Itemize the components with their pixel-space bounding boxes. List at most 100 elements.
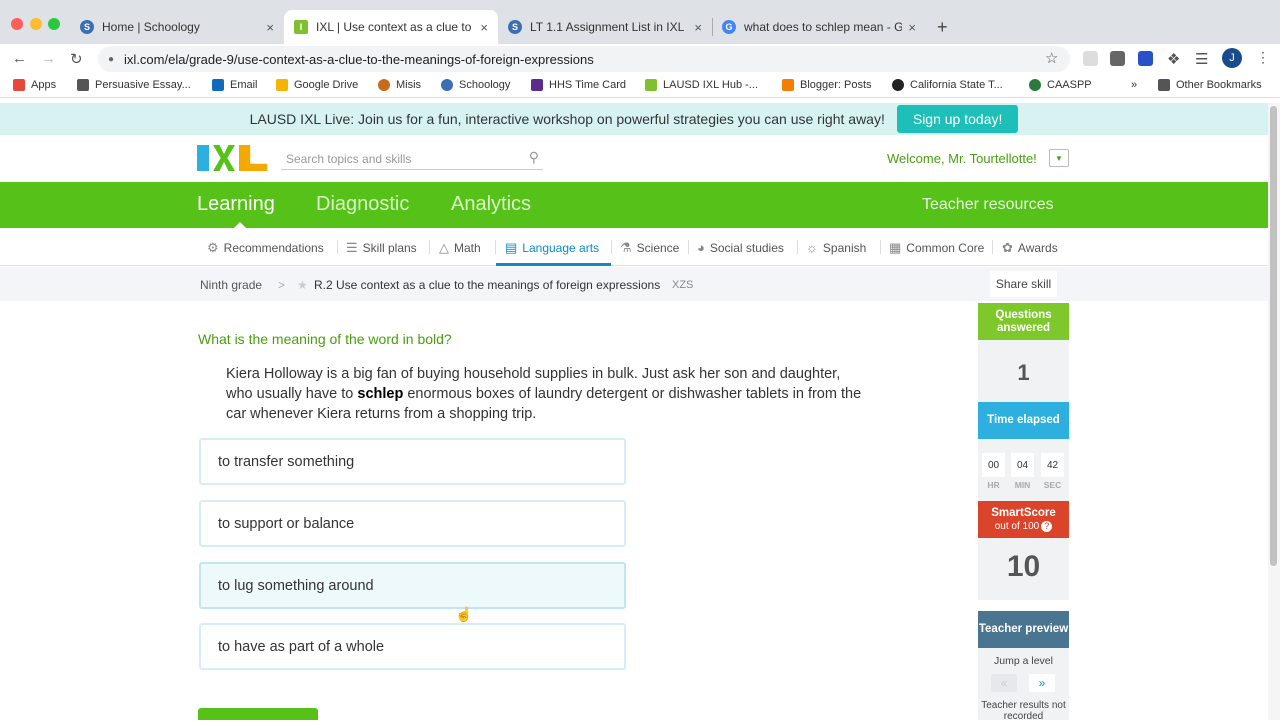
active-subnav-underline (496, 263, 611, 266)
bookmark-schoology[interactable]: Schoology (441, 79, 510, 91)
smartscore-value: 10 (1006, 550, 1041, 583)
bookmark-apps[interactable]: Apps (13, 79, 56, 91)
subnav-divider (337, 240, 338, 254)
nav-diagnostic[interactable]: Diagnostic (316, 193, 409, 216)
scrollbar-thumb[interactable] (1270, 106, 1277, 566)
breadcrumb-grade[interactable]: Ninth grade (200, 278, 262, 292)
profile-avatar[interactable]: J (1222, 48, 1242, 68)
back-arrow-icon[interactable]: ← (12, 50, 27, 67)
promo-banner: LAUSD IXL Live: Join us for a fun, inter… (0, 103, 1268, 135)
browser-tab-schoology-home[interactable]: S Home | Schoology × (70, 10, 284, 44)
reading-list-icon[interactable]: ☰ (1195, 50, 1208, 68)
folder-icon (1158, 79, 1170, 91)
account-dropdown-chevron-icon[interactable]: ▼ (1049, 149, 1069, 167)
window-close-button[interactable] (11, 18, 23, 30)
forward-arrow-icon[interactable]: → (41, 50, 56, 67)
schoology-icon: S (508, 20, 522, 34)
reload-icon[interactable]: ↻ (70, 50, 83, 68)
subnav-recommendations[interactable]: ⚙ Recommendations (207, 240, 324, 256)
hand-cursor-icon: ☝ (455, 606, 473, 622)
skill-search-input[interactable]: Search topics and skills ⚲ (281, 148, 543, 170)
subnav-awards[interactable]: ✿ Awards (1002, 240, 1058, 256)
bookmark-persuasive-essay[interactable]: Persuasive Essay... (77, 79, 191, 91)
recommendations-icon: ⚙ (207, 240, 219, 255)
welcome-user[interactable]: Welcome, Mr. Tourtellotte! (887, 151, 1037, 166)
subnav-math[interactable]: △ Math (439, 240, 481, 256)
url-text: ixl.com/ela/grade-9/use-context-as-a-clu… (124, 51, 594, 67)
subnav-social-studies[interactable]: ◕ Social studies (697, 240, 784, 255)
help-icon[interactable]: ? (1041, 520, 1053, 532)
favorite-star-icon[interactable]: ★ (297, 278, 308, 292)
math-triangle-icon: △ (439, 240, 449, 255)
teacher-results-note: Teacher results not recorded (981, 700, 1066, 722)
teacher-preview-header: Teacher preview (978, 611, 1069, 648)
nav-learning[interactable]: Learning (197, 193, 275, 216)
nav-analytics[interactable]: Analytics (451, 193, 531, 216)
answer-choice[interactable]: to have as part of a whole (199, 623, 626, 670)
bookmark-misis[interactable]: Misis (378, 79, 421, 91)
bookmark-caaspp[interactable]: CAASPP (1029, 79, 1092, 91)
answer-choice[interactable]: to lug something around (199, 562, 626, 609)
bookmark-email[interactable]: Email (212, 79, 258, 91)
previous-level-button[interactable]: « (991, 674, 1017, 692)
new-tab-button[interactable]: + (937, 17, 948, 38)
browser-tab-google-search[interactable]: G what does to schlep mean - Go × (712, 10, 926, 44)
answer-choice[interactable]: to support or balance (199, 500, 626, 547)
close-tab-icon[interactable]: × (908, 20, 916, 35)
bookmark-lausd-ixl-hub[interactable]: LAUSD IXL Hub -... (645, 79, 758, 91)
next-level-button[interactable]: » (1029, 674, 1055, 692)
submit-button[interactable] (198, 708, 318, 720)
bookmark-google-drive[interactable]: Google Drive (276, 79, 358, 91)
time-hours-label: HR (987, 480, 1000, 490)
blogger-icon (782, 79, 794, 91)
breadcrumb-separator-icon: > (278, 278, 286, 292)
extension-icon[interactable] (1083, 51, 1098, 66)
share-skill-button[interactable]: Share skill (990, 271, 1057, 297)
breadcrumb-skill: R.2 Use context as a clue to the meaning… (314, 278, 661, 292)
address-bar[interactable]: ● ixl.com/ela/grade-9/use-context-as-a-c… (98, 46, 1070, 72)
sign-up-button[interactable]: Sign up today! (896, 105, 1019, 133)
browser-tab-assignment-list[interactable]: S LT 1.1 Assignment List in IXL | S × (498, 10, 712, 44)
nav-teacher-resources[interactable]: Teacher resources (922, 196, 1054, 214)
subnav-divider (688, 240, 689, 254)
answer-choice[interactable]: to transfer something (199, 438, 626, 485)
grammarly-extension-icon[interactable] (1110, 51, 1125, 66)
close-tab-icon[interactable]: × (266, 20, 274, 35)
ixl-icon (645, 79, 657, 91)
subnav-skill-plans[interactable]: ☰ Skill plans (346, 240, 417, 256)
outlook-icon (212, 79, 224, 91)
close-tab-icon[interactable]: × (480, 20, 488, 35)
subnav-common-core[interactable]: ▦ Common Core (889, 240, 984, 256)
bookmark-star-icon[interactable]: ☆ (1045, 49, 1058, 67)
bookmarks-overflow-button[interactable]: » (1131, 79, 1137, 91)
puzzle-extensions-icon[interactable]: ❖ (1167, 50, 1180, 68)
subnav-science[interactable]: ⚗ Science (620, 240, 679, 256)
bookmark-blogger[interactable]: Blogger: Posts (782, 79, 872, 91)
question-passage: Kiera Holloway is a big fan of buying ho… (226, 366, 862, 422)
other-bookmarks[interactable]: Other Bookmarks (1158, 79, 1262, 91)
main-nav (0, 182, 1268, 228)
ixl-logo[interactable] (197, 145, 267, 171)
bookmark-california-state[interactable]: California State T... (892, 79, 1003, 91)
questions-answered-header: Questions answered (978, 303, 1069, 340)
window-minimize-button[interactable] (30, 18, 42, 30)
window-zoom-button[interactable] (48, 18, 60, 30)
bookmark-hhs-time-card[interactable]: HHS Time Card (531, 79, 626, 91)
language-arts-book-icon: ▤ (505, 240, 518, 255)
subnav-divider (880, 240, 881, 254)
screencast-extension-icon[interactable] (1138, 51, 1153, 66)
browser-menu-icon[interactable]: ⋮ (1256, 49, 1270, 66)
browser-tab-ixl[interactable]: I IXL | Use context as a clue to t × (284, 10, 498, 44)
globe-icon (892, 79, 904, 91)
time-hours: 00 (982, 453, 1005, 477)
caaspp-icon (1029, 79, 1041, 91)
question-prompt: What is the meaning of the word in bold? (198, 331, 452, 347)
time-card-icon (531, 79, 543, 91)
subnav-divider (495, 240, 496, 254)
search-icon[interactable]: ⚲ (529, 149, 539, 166)
folder-icon (77, 79, 89, 91)
close-tab-icon[interactable]: × (694, 20, 702, 35)
time-seconds: 42 (1041, 453, 1064, 477)
subnav-spanish[interactable]: ☼ Spanish (806, 240, 866, 255)
subnav-language-arts[interactable]: ▤ Language arts (505, 240, 599, 256)
